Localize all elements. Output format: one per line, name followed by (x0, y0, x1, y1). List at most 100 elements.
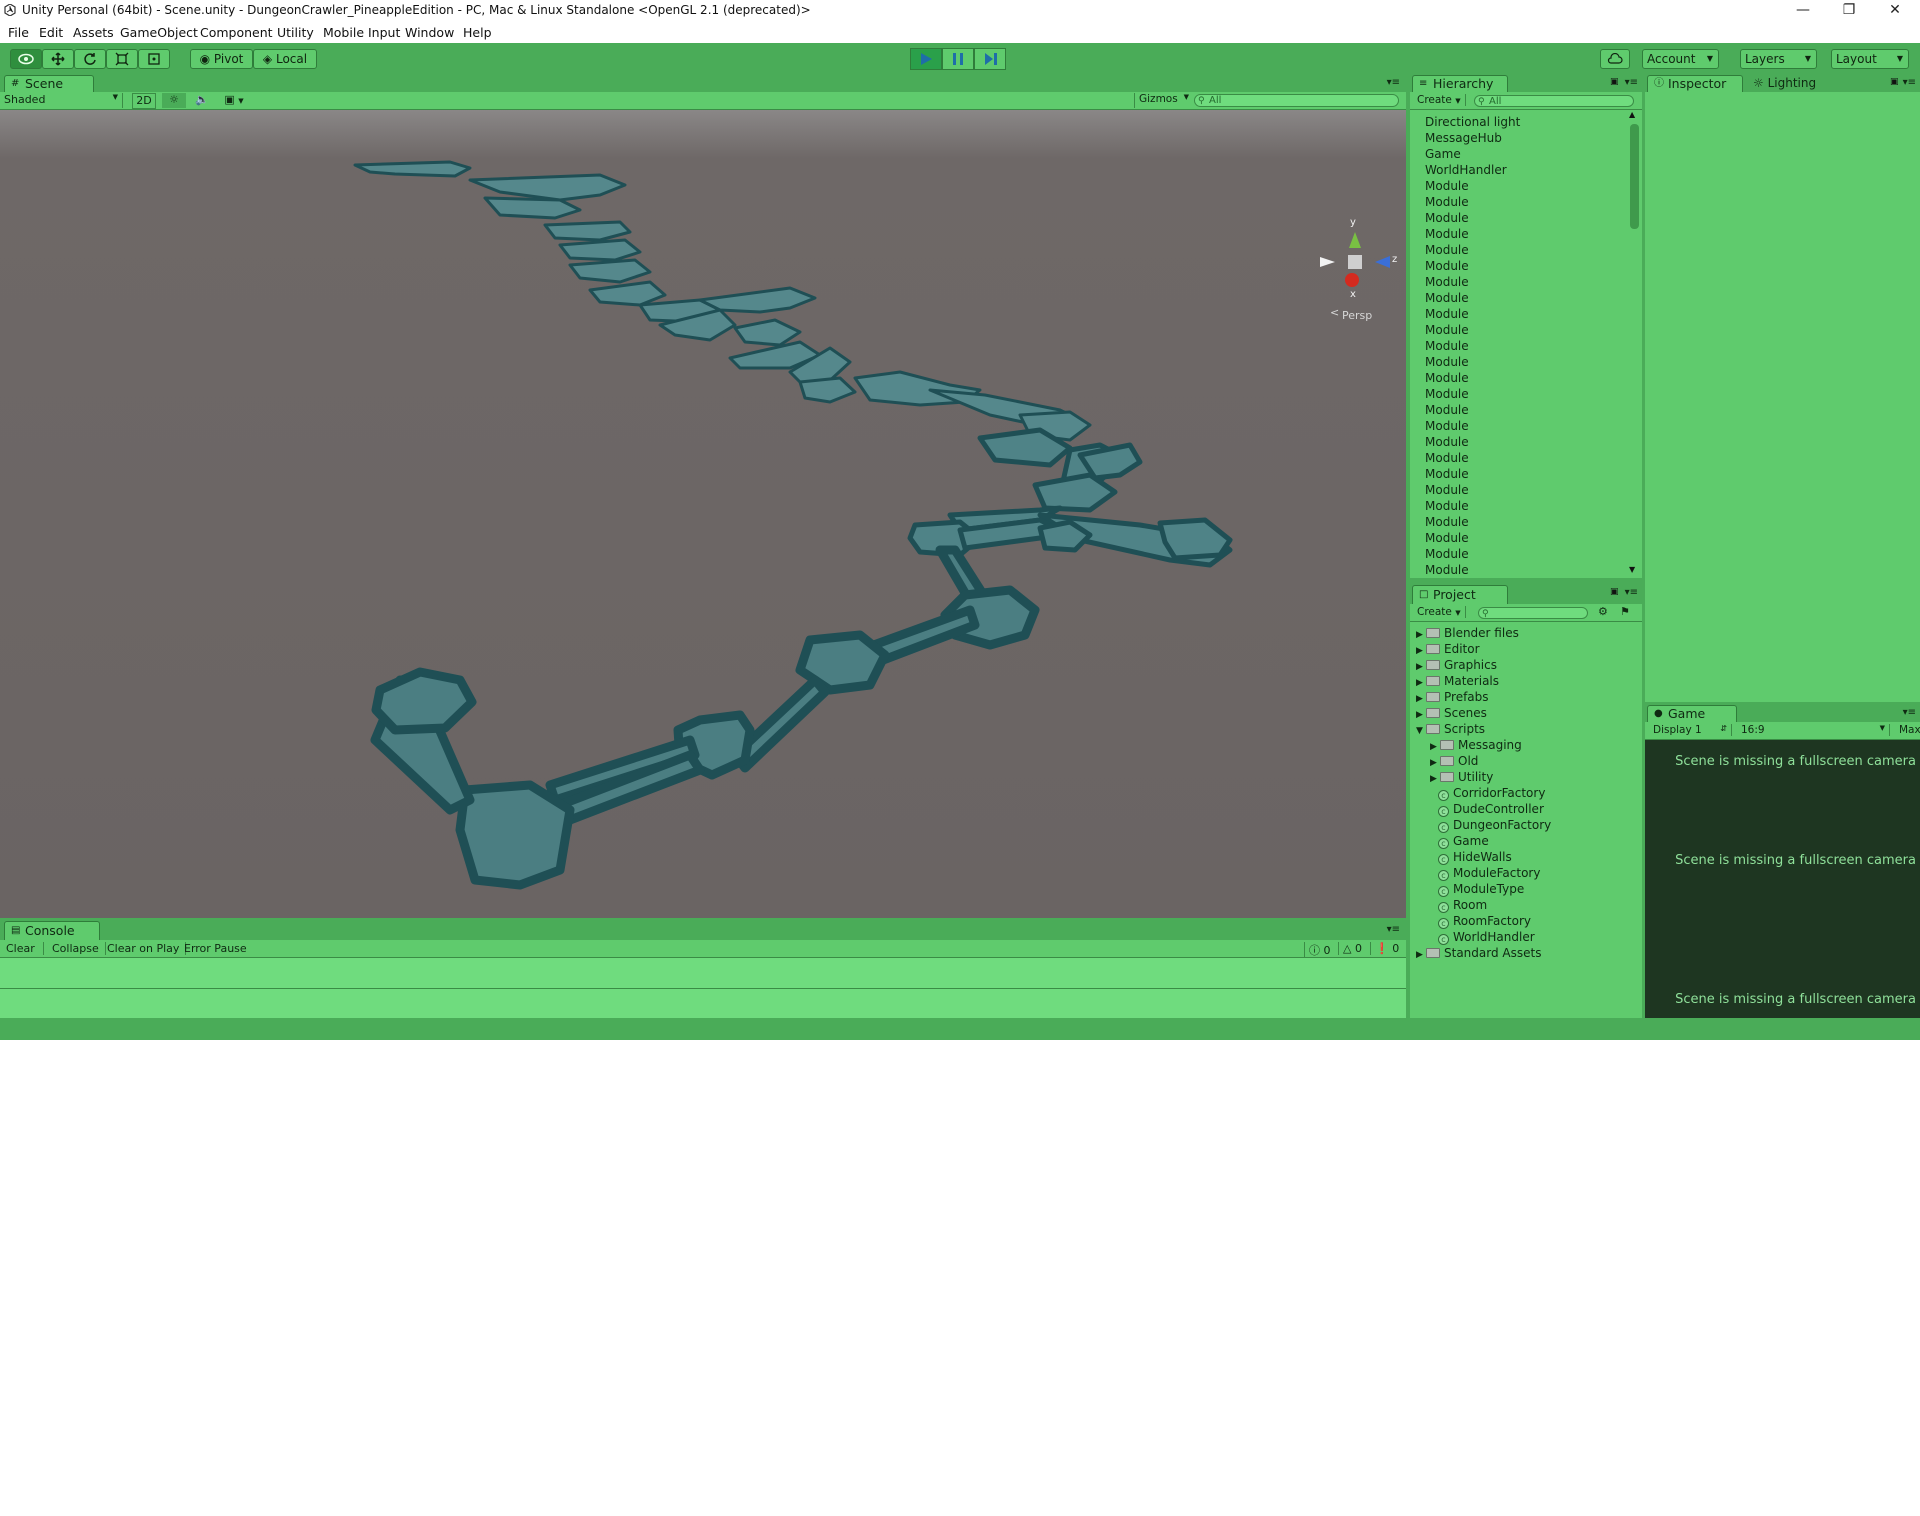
collapsed-arrow-icon[interactable]: ▶ (1430, 774, 1440, 784)
account-dropdown[interactable]: Account ▼ (1642, 49, 1719, 69)
project-script-item[interactable]: c RoomFactory (1438, 914, 1531, 929)
scene-audio-toggle[interactable]: 🔈 (190, 93, 214, 108)
gizmo-center-cube[interactable] (1348, 255, 1362, 269)
hierarchy-item[interactable]: Module (1425, 259, 1469, 273)
hierarchy-item[interactable]: Module (1425, 291, 1469, 305)
hierarchy-item[interactable]: Module (1425, 307, 1469, 321)
hierarchy-search-input[interactable]: ⚲ All (1474, 95, 1634, 107)
hierarchy-item[interactable]: Module (1425, 515, 1469, 529)
shading-mode-dropdown[interactable]: Shaded ▼ (4, 93, 123, 108)
project-script-item[interactable]: c ModuleFactory (1438, 866, 1540, 881)
maximize-button[interactable]: ❐ (1826, 0, 1872, 22)
scene-effects-dropdown[interactable]: ▣ ▼ (218, 93, 250, 108)
hierarchy-item[interactable]: Module (1425, 435, 1469, 449)
hierarchy-item[interactable]: Module (1425, 531, 1469, 545)
collapsed-arrow-icon[interactable]: ▶ (1416, 694, 1426, 704)
hierarchy-list[interactable]: Directional light MessageHub Game WorldHand… (1410, 110, 1626, 578)
hierarchy-item[interactable]: Game (1425, 147, 1461, 161)
project-folder-item[interactable]: ▶ Editor (1416, 642, 1480, 656)
scroll-up-icon[interactable]: ▲ (1629, 110, 1635, 119)
hierarchy-scrollbar[interactable]: ▲ ▼ (1626, 110, 1642, 578)
hierarchy-item[interactable]: Module (1425, 467, 1469, 481)
collab-cloud-button[interactable] (1600, 49, 1630, 69)
scale-tool-button[interactable] (106, 49, 138, 69)
gizmo-x-axis[interactable] (1345, 273, 1359, 287)
project-search-input[interactable]: ⚲ (1478, 607, 1588, 619)
panel-menu-icon[interactable]: ▾≡ (1903, 707, 1916, 718)
tab-hierarchy[interactable]: ≡ Hierarchy (1412, 75, 1508, 92)
pause-button[interactable] (942, 48, 974, 70)
scene-lighting-toggle[interactable]: ☼ (162, 93, 186, 108)
scene-view[interactable]: y z x < Persp (0, 110, 1406, 918)
project-folder-item[interactable]: ▶ Utility (1430, 770, 1493, 784)
project-script-item[interactable]: c DudeController (1438, 802, 1544, 817)
rect-tool-button[interactable] (138, 49, 170, 69)
tab-inspector[interactable]: ⓘ Inspector (1647, 75, 1743, 92)
collapsed-arrow-icon[interactable]: ▶ (1416, 646, 1426, 656)
scroll-down-icon[interactable]: ▼ (1629, 565, 1635, 574)
project-folder-item[interactable]: ▶ Prefabs (1416, 690, 1489, 704)
project-script-item[interactable]: c HideWalls (1438, 850, 1512, 865)
console-warning-filter[interactable]: △ 0 (1338, 942, 1362, 955)
collapsed-arrow-icon[interactable]: ▶ (1416, 678, 1426, 688)
console-info-filter[interactable]: ⓘ 0 (1304, 942, 1331, 958)
project-tree[interactable]: ▶ Blender files ▶ Editor ▶ Graphics ▶ Materials… (1410, 622, 1642, 1018)
pivot-toggle[interactable]: ◉ Pivot (190, 49, 253, 69)
tab-project[interactable]: □ Project (1412, 585, 1508, 604)
view-tool-button[interactable] (10, 49, 42, 69)
menu-edit[interactable]: Edit (39, 25, 63, 40)
scrollbar-thumb[interactable] (1630, 124, 1639, 229)
2d-toggle[interactable]: 2D (132, 93, 156, 109)
hierarchy-item[interactable]: Module (1425, 483, 1469, 497)
menu-help[interactable]: Help (463, 25, 492, 40)
tab-lighting[interactable]: ☼ Lighting (1753, 75, 1816, 92)
project-script-item[interactable]: c ModuleType (1438, 882, 1524, 897)
inspector-body[interactable] (1645, 92, 1920, 702)
menu-window[interactable]: Window (405, 25, 454, 40)
display-dropdown[interactable]: Display 1 ⇵ (1649, 724, 1732, 736)
expanded-arrow-icon[interactable]: ▼ (1416, 726, 1426, 736)
panel-menu-icon[interactable]: ▾≡ (1625, 587, 1638, 598)
console-log-area[interactable] (0, 958, 1406, 1018)
project-folder-item[interactable]: ▶ Scenes (1416, 706, 1487, 720)
project-folder-item[interactable]: ▼ Scripts (1416, 722, 1485, 736)
collapsed-arrow-icon[interactable]: ▶ (1416, 710, 1426, 720)
hierarchy-item[interactable]: Directional light (1425, 115, 1520, 129)
project-create-dropdown[interactable]: Create ▼ (1413, 606, 1466, 618)
filter-by-label-icon[interactable]: ⚑ (1620, 605, 1630, 618)
menu-component[interactable]: Component (200, 25, 273, 40)
panel-menu-icon[interactable]: ▾≡ (1387, 924, 1400, 935)
hierarchy-item[interactable]: Module (1425, 339, 1469, 353)
hierarchy-item[interactable]: Module (1425, 211, 1469, 225)
project-folder-item[interactable]: ▶ Standard Assets (1416, 946, 1541, 960)
project-folder-item[interactable]: ▶ Graphics (1416, 658, 1497, 672)
project-script-item[interactable]: c Room (1438, 898, 1487, 913)
hierarchy-item[interactable]: Module (1425, 243, 1469, 257)
lock-icon[interactable]: ▣ (1890, 77, 1899, 87)
console-error-pause-button[interactable]: Error Pause (184, 942, 247, 955)
project-folder-item[interactable]: ▶ Old (1430, 754, 1478, 768)
rotate-tool-button[interactable] (74, 49, 106, 69)
play-button[interactable] (910, 48, 942, 70)
hierarchy-item[interactable]: Module (1425, 419, 1469, 433)
project-folder-item[interactable]: ▶ Materials (1416, 674, 1499, 688)
hierarchy-item[interactable]: Module (1425, 563, 1469, 577)
maximize-on-play-toggle[interactable]: Max (1899, 724, 1920, 736)
project-script-item[interactable]: c CorridorFactory (1438, 786, 1545, 801)
project-folder-item[interactable]: ▶ Messaging (1430, 738, 1522, 752)
project-script-item[interactable]: c WorldHandler (1438, 930, 1535, 945)
hierarchy-item[interactable]: MessageHub (1425, 131, 1502, 145)
hierarchy-item[interactable]: WorldHandler (1425, 163, 1507, 177)
project-script-item[interactable]: c DungeonFactory (1438, 818, 1551, 833)
console-clear-button[interactable]: Clear (6, 942, 44, 955)
aspect-dropdown[interactable]: 16:9 ▼ (1737, 724, 1890, 736)
close-button[interactable]: ✕ (1872, 0, 1918, 22)
lock-icon[interactable]: ▣ (1610, 587, 1619, 597)
menu-assets[interactable]: Assets (73, 25, 114, 40)
hierarchy-item[interactable]: Module (1425, 323, 1469, 337)
panel-menu-icon[interactable]: ▾≡ (1625, 77, 1638, 88)
collapsed-arrow-icon[interactable]: ▶ (1430, 758, 1440, 768)
hierarchy-item[interactable]: Module (1425, 387, 1469, 401)
scene-viewport[interactable]: y z x < Persp (0, 110, 1406, 918)
menu-mobile-input[interactable]: Mobile Input (323, 25, 400, 40)
